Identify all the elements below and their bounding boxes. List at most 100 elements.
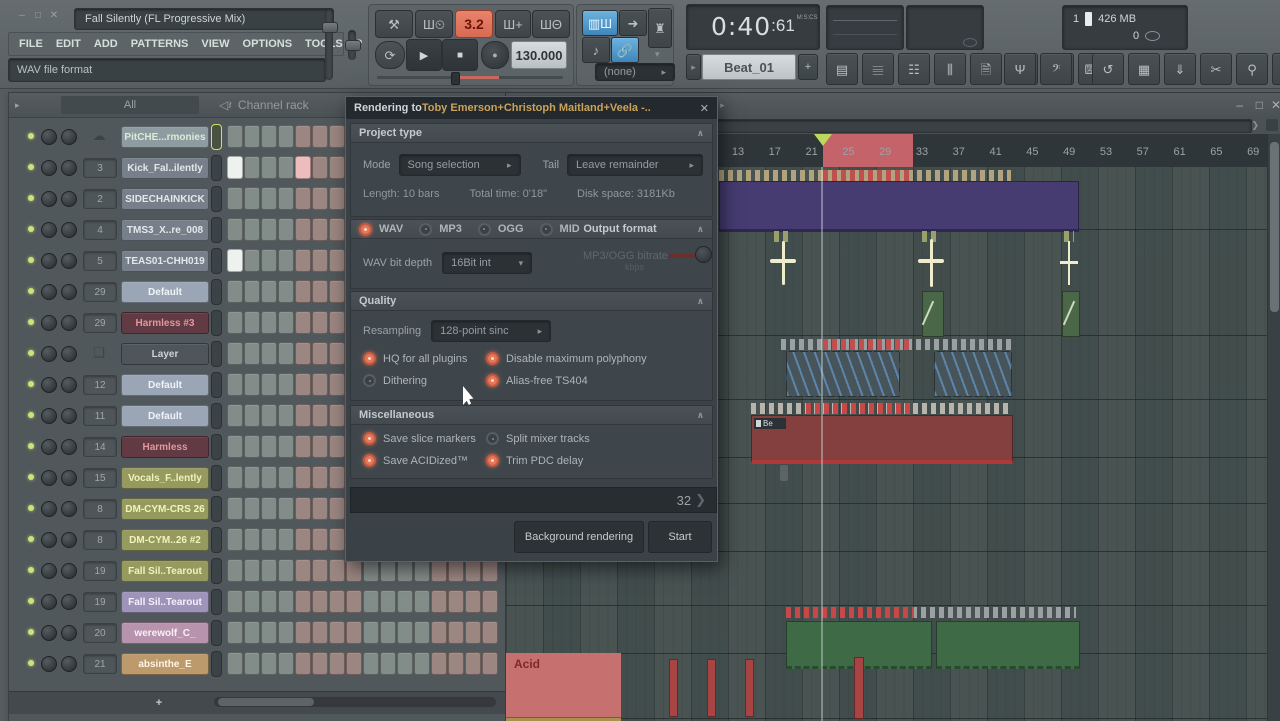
step-button[interactable] bbox=[227, 311, 243, 334]
option-mid[interactable]: MID bbox=[540, 223, 580, 236]
channel-enable-led[interactable] bbox=[28, 288, 34, 294]
channel-volume-knob[interactable] bbox=[61, 594, 77, 610]
step-button[interactable] bbox=[329, 249, 345, 272]
channel-target-slider[interactable] bbox=[211, 558, 222, 584]
step-button[interactable] bbox=[261, 652, 277, 675]
step-button[interactable] bbox=[244, 373, 260, 396]
step-button[interactable] bbox=[414, 559, 430, 582]
step-button[interactable] bbox=[278, 156, 294, 179]
chevron-down-icon[interactable]: ▾ bbox=[655, 49, 660, 60]
channel-button[interactable]: werewolf_C_ bbox=[121, 622, 209, 644]
step-button[interactable] bbox=[448, 559, 464, 582]
channel-target-slider[interactable] bbox=[211, 341, 222, 367]
step-button[interactable] bbox=[295, 435, 311, 458]
step-button[interactable] bbox=[465, 590, 481, 613]
step-button[interactable] bbox=[312, 528, 328, 551]
option-wav[interactable]: WAV bbox=[359, 223, 403, 236]
audio-clip-small[interactable] bbox=[922, 291, 944, 337]
step-button[interactable] bbox=[261, 497, 277, 520]
channel-number[interactable]: 21 bbox=[83, 654, 117, 674]
pattern-clip-maroon[interactable]: Be bbox=[751, 415, 1013, 464]
stop-button[interactable]: ■ bbox=[442, 39, 478, 71]
channel-button[interactable]: Default bbox=[121, 405, 209, 427]
channel-button[interactable]: Default bbox=[121, 281, 209, 303]
option-save-slice-markers[interactable]: Save slice markers bbox=[363, 432, 486, 445]
step-button[interactable] bbox=[346, 590, 362, 613]
step-button[interactable] bbox=[261, 218, 277, 241]
playhead-marker-icon[interactable] bbox=[814, 134, 832, 146]
background-rendering-button[interactable]: Background rendering bbox=[514, 521, 644, 553]
channel-rack-button[interactable]: ☷ bbox=[898, 53, 930, 85]
step-button[interactable] bbox=[295, 342, 311, 365]
option-save-acidized-[interactable]: Save ACIDized™ bbox=[363, 454, 486, 467]
pattern-clip-purple[interactable] bbox=[719, 181, 1079, 232]
channel-volume-knob[interactable] bbox=[61, 160, 77, 176]
step-button[interactable] bbox=[312, 125, 328, 148]
step-button[interactable] bbox=[346, 559, 362, 582]
step-button[interactable] bbox=[278, 559, 294, 582]
channel-volume-knob[interactable] bbox=[61, 656, 77, 672]
channel-button[interactable]: Layer bbox=[121, 343, 209, 365]
step-button[interactable] bbox=[312, 342, 328, 365]
step-button[interactable] bbox=[431, 652, 447, 675]
channel-pan-knob[interactable] bbox=[41, 253, 57, 269]
channel-enable-led[interactable] bbox=[28, 412, 34, 418]
channel-button[interactable]: PitCHE...rmonies bbox=[121, 126, 209, 148]
step-button[interactable] bbox=[329, 497, 345, 520]
mixer-button[interactable]: ⫼ bbox=[934, 53, 966, 85]
channel-volume-knob[interactable] bbox=[61, 222, 77, 238]
channel-button[interactable]: Harmless #3 bbox=[121, 312, 209, 334]
audio-clip-small[interactable] bbox=[1062, 291, 1080, 337]
channel-volume-knob[interactable] bbox=[61, 377, 77, 393]
step-button[interactable] bbox=[363, 652, 379, 675]
step-button[interactable] bbox=[295, 466, 311, 489]
step-button[interactable] bbox=[329, 342, 345, 365]
step-button[interactable] bbox=[329, 435, 345, 458]
channel-button[interactable]: DM-CYM..26 #2 bbox=[121, 529, 209, 551]
step-button[interactable] bbox=[278, 528, 294, 551]
pattern-strip-selected[interactable] bbox=[823, 170, 913, 181]
export-button[interactable]: ⇓ bbox=[1164, 53, 1196, 85]
collapse-icon[interactable]: ▸ bbox=[15, 100, 20, 111]
step-button[interactable] bbox=[329, 218, 345, 241]
channel-enable-led[interactable] bbox=[28, 660, 34, 666]
pattern-strip-selected[interactable] bbox=[823, 339, 913, 350]
channel-number[interactable]: 29 bbox=[83, 282, 117, 302]
step-button[interactable] bbox=[295, 404, 311, 427]
step-button[interactable] bbox=[261, 435, 277, 458]
collapse-icon[interactable]: ∧ bbox=[697, 128, 704, 139]
option-ogg[interactable]: OGG bbox=[478, 223, 524, 236]
close-icon[interactable]: ✕ bbox=[1271, 98, 1280, 112]
step-button[interactable] bbox=[227, 156, 243, 179]
menu-item-patterns[interactable]: PATTERNS bbox=[131, 38, 189, 50]
step-button[interactable] bbox=[295, 218, 311, 241]
channel-button[interactable]: Fall Sil..Tearout bbox=[121, 560, 209, 582]
step-button[interactable] bbox=[482, 621, 498, 644]
step-button[interactable] bbox=[329, 528, 345, 551]
channel-pan-knob[interactable] bbox=[41, 222, 57, 238]
pattern-strip-selected[interactable] bbox=[786, 607, 914, 618]
menu-item-view[interactable]: VIEW bbox=[201, 38, 229, 50]
channel-number[interactable]: 4 bbox=[83, 220, 117, 240]
step-button[interactable] bbox=[244, 280, 260, 303]
channel-volume-knob[interactable] bbox=[61, 315, 77, 331]
playlist-button[interactable]: ▤ bbox=[826, 53, 858, 85]
channel-button[interactable]: absinthe_E bbox=[121, 653, 209, 675]
step-button[interactable] bbox=[397, 652, 413, 675]
time-display-panel[interactable]: 0:40 : 61 M:S:CS bbox=[686, 4, 820, 50]
channel-pan-knob[interactable] bbox=[41, 346, 57, 362]
note-slide-button[interactable]: ♪ bbox=[582, 37, 610, 63]
channel-button[interactable]: Default bbox=[121, 374, 209, 396]
tempo-display[interactable]: 130.000 bbox=[511, 41, 567, 69]
play-button[interactable]: ▶ bbox=[406, 39, 442, 71]
channel-pan-knob[interactable] bbox=[41, 160, 57, 176]
clip-handle[interactable] bbox=[780, 465, 788, 481]
channel-number[interactable]: 14 bbox=[83, 437, 117, 457]
channel-target-slider[interactable] bbox=[211, 589, 222, 615]
steps-scrollbar[interactable] bbox=[214, 697, 496, 707]
step-button[interactable] bbox=[295, 125, 311, 148]
step-button[interactable] bbox=[244, 466, 260, 489]
resampling-select[interactable]: 128-point sinc▸ bbox=[431, 320, 551, 342]
step-button[interactable] bbox=[312, 435, 328, 458]
audio-clip-hatched[interactable] bbox=[786, 351, 900, 397]
